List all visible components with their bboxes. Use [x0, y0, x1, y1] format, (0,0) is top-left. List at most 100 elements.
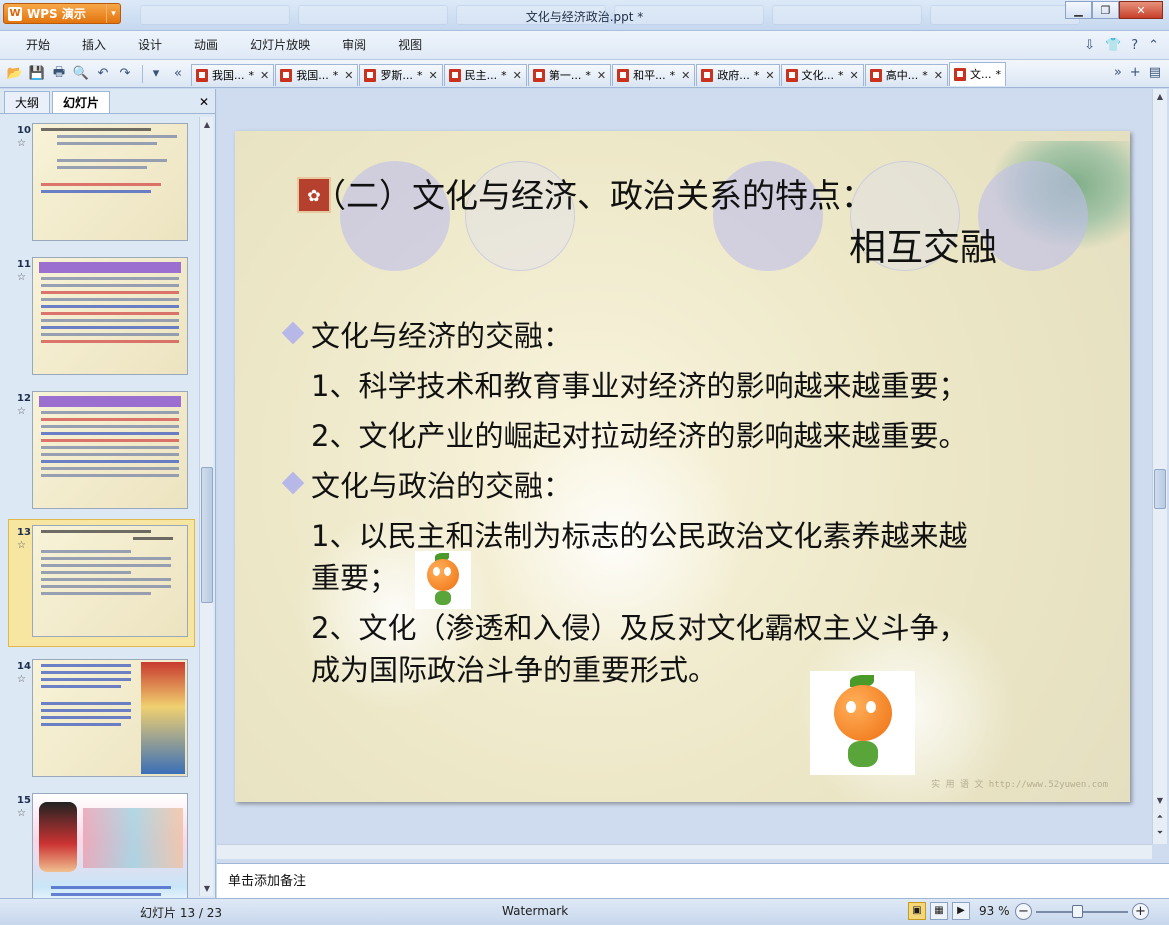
menu-review[interactable]: 审阅	[326, 34, 382, 56]
menu-insert[interactable]: 插入	[66, 34, 122, 56]
undo-icon[interactable]: ↶	[94, 65, 112, 83]
zoom-in-icon[interactable]: +	[1132, 903, 1149, 920]
close-icon[interactable]: ✕	[199, 95, 209, 109]
slideshow-view-icon[interactable]: ▶	[952, 902, 970, 920]
close-icon[interactable]: ✕	[681, 69, 690, 82]
menu-animation[interactable]: 动画	[178, 34, 234, 56]
slide-thumbnail-row[interactable]: 15 ☆	[0, 793, 198, 898]
customize-toolbar-icon[interactable]: ▾	[147, 65, 165, 83]
body-line[interactable]: 文化与政治的交融：	[311, 463, 572, 505]
open-folder-icon[interactable]: 📂	[6, 65, 24, 83]
print-icon[interactable]: 🖶	[50, 65, 68, 83]
new-tab-icon[interactable]: +	[1130, 65, 1141, 80]
slide-thumbnail[interactable]	[32, 391, 188, 509]
slide-thumbnail-row[interactable]: 13 ☆	[0, 525, 198, 650]
scroll-down-icon[interactable]: ▼	[200, 881, 214, 896]
skin-icon[interactable]: 👕	[1105, 38, 1121, 53]
doc-tab[interactable]: 我国... * ✕	[275, 63, 359, 86]
ppt-file-icon	[364, 68, 377, 82]
slide-thumbnail-row[interactable]: 10 ☆	[0, 123, 198, 248]
close-icon[interactable]: ✕	[850, 69, 859, 82]
panel-scrollbar[interactable]: ▲ ▼	[199, 117, 213, 896]
body-line[interactable]: 2、文化产业的崛起对拉动经济的影响越来越重要。	[311, 413, 967, 455]
doc-tab[interactable]: 罗斯... * ✕	[359, 63, 443, 86]
orange-mascot-image[interactable]	[810, 671, 915, 775]
doc-tab-label: 第一...	[548, 69, 582, 82]
doc-tab[interactable]: 高中... * ✕	[864, 63, 948, 86]
editor-horizontal-scrollbar[interactable]	[217, 844, 1152, 859]
window-controls: ▁ ❐ ✕	[1065, 1, 1163, 19]
tabs-scroll-right-icon[interactable]: »	[1114, 65, 1122, 80]
document-tabs: 我国... * ✕ 我国... * ✕ 罗斯... * ✕ 民主... * ✕ 第一... * ✕ …	[191, 61, 1007, 86]
menu-slideshow[interactable]: 幻灯片放映	[234, 34, 326, 56]
tab-list-icon[interactable]: ▤	[1149, 65, 1161, 80]
save-icon[interactable]: 💾	[28, 65, 46, 83]
slide-thumbnail[interactable]	[32, 123, 188, 241]
ribbon-toggle-icon[interactable]: ⌃	[1148, 38, 1159, 53]
slide-thumbnail[interactable]	[32, 659, 188, 777]
ppt-file-icon	[953, 67, 966, 81]
slide-title[interactable]: （二）文化与经济、政治关系的特点：	[313, 169, 874, 217]
doc-tab[interactable]: 第一... * ✕	[527, 63, 612, 86]
body-line[interactable]: 文化与经济的交融：	[311, 313, 572, 355]
slide-thumbnail-row[interactable]: 11 ☆	[0, 257, 198, 382]
slide-subtitle[interactable]: 相互交融	[849, 217, 997, 271]
arrow-down-icon[interactable]: ⇩	[1084, 38, 1095, 53]
slide-thumbnail-selected[interactable]	[32, 525, 188, 637]
body-line[interactable]: 成为国际政治斗争的重要形式。	[311, 647, 717, 689]
doc-tab[interactable]: 和平... * ✕	[612, 63, 696, 86]
editor-vertical-scrollbar[interactable]: ▲ ▼ ⏶ ⏷	[1152, 89, 1167, 844]
zoom-slider-handle[interactable]	[1072, 905, 1083, 918]
doc-tab[interactable]: 我国... * ✕	[191, 63, 275, 86]
slide-canvas[interactable]: ✿ （二）文化与经济、政治关系的特点： 相互交融 文化与经济的交融： 1、科学技…	[235, 131, 1130, 802]
menu-bar: 开始 插入 设计 动画 幻灯片放映 审阅 视图 ⇩ 👕 ? ⌃	[0, 31, 1169, 60]
body-line[interactable]: 2、文化（渗透和入侵）及反对文化霸权主义斗争，	[311, 605, 967, 647]
scrollbar-thumb[interactable]	[201, 467, 213, 603]
slide-thumbnail-row[interactable]: 14 ☆	[0, 659, 198, 784]
doc-tab[interactable]: 民主... * ✕	[443, 63, 527, 86]
zoom-out-icon[interactable]: −	[1015, 903, 1032, 920]
close-icon[interactable]: ✕	[597, 69, 606, 82]
maximize-icon[interactable]: ❐	[1092, 1, 1119, 19]
close-icon[interactable]: ✕	[513, 69, 522, 82]
scroll-up-icon[interactable]: ▲	[200, 117, 214, 132]
scroll-down-icon[interactable]: ▼	[1153, 793, 1167, 808]
doc-tab-label: 民主...	[464, 69, 498, 82]
close-icon[interactable]: ✕	[428, 69, 437, 82]
close-icon[interactable]: ✕	[934, 69, 943, 82]
normal-view-icon[interactable]: ▣	[908, 902, 926, 920]
slide-sorter-view-icon[interactable]: ▦	[930, 902, 948, 920]
minimize-icon[interactable]: ▁	[1065, 1, 1092, 19]
menu-start[interactable]: 开始	[10, 34, 66, 56]
slide-thumbnail[interactable]	[32, 257, 188, 375]
scrollbar-thumb[interactable]	[1154, 469, 1166, 509]
next-slide-icon[interactable]: ⏷	[1153, 825, 1167, 840]
diamond-bullet-icon	[281, 471, 305, 495]
close-icon[interactable]: ✕	[260, 69, 269, 82]
close-icon[interactable]: ✕	[765, 69, 774, 82]
close-icon[interactable]: ✕	[1119, 1, 1163, 19]
orange-mascot-image[interactable]	[415, 551, 471, 609]
doc-tab[interactable]: 文化... * ✕	[780, 63, 864, 86]
slide-thumbnail[interactable]	[32, 793, 188, 898]
scroll-up-icon[interactable]: ▲	[1153, 89, 1167, 104]
tab-outline[interactable]: 大纲	[4, 91, 51, 113]
menu-design[interactable]: 设计	[122, 34, 178, 56]
ppt-file-icon	[869, 68, 882, 82]
close-icon[interactable]: ✕	[344, 69, 353, 82]
tab-slides[interactable]: 幻灯片	[52, 91, 111, 113]
help-icon[interactable]: ?	[1131, 38, 1138, 53]
tabs-scroll-left-icon[interactable]: «	[169, 65, 187, 83]
body-line[interactable]: 重要；	[311, 555, 398, 597]
body-line[interactable]: 1、科学技术和教育事业对经济的影响越来越重要；	[311, 363, 967, 405]
doc-tab-active[interactable]: 文... *	[948, 61, 1006, 86]
slide-thumbnail-row[interactable]: 12 ☆	[0, 391, 198, 516]
previous-slide-icon[interactable]: ⏶	[1153, 809, 1167, 824]
doc-tab[interactable]: 政府... * ✕	[696, 63, 780, 86]
menu-view[interactable]: 视图	[382, 34, 438, 56]
slide-indicator: 幻灯片 13 / 23	[140, 906, 223, 920]
print-preview-icon[interactable]: 🔍	[72, 65, 90, 83]
body-line[interactable]: 1、以民主和法制为标志的公民政治文化素养越来越	[311, 513, 967, 555]
notes-pane[interactable]: 单击添加备注	[217, 863, 1169, 898]
redo-icon[interactable]: ↷	[116, 65, 134, 83]
